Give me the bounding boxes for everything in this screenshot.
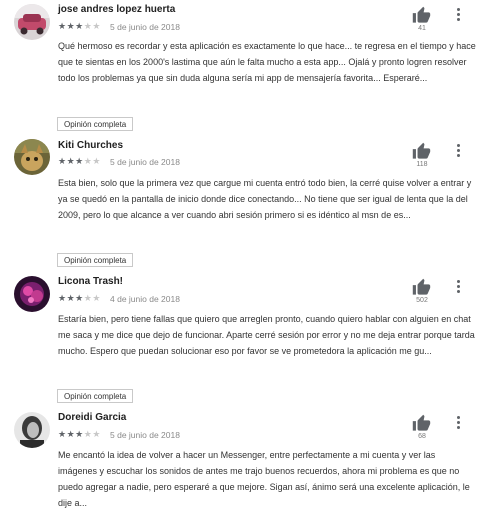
star-icon: ★	[75, 429, 84, 439]
full-review-button[interactable]: Opinión completa	[57, 117, 134, 131]
review-date: 5 de junio de 2018	[110, 22, 180, 32]
star-rating: ★★★★★	[58, 293, 101, 304]
star-rating: ★★★★★	[58, 429, 101, 440]
star-icon: ★	[66, 429, 76, 439]
star-icon: ★	[92, 293, 101, 303]
like-count: 118	[416, 161, 428, 168]
star-icon: ★	[58, 156, 67, 166]
more-vert-icon[interactable]	[452, 6, 464, 24]
avatar[interactable]	[14, 4, 50, 40]
review-date: 4 de junio de 2018	[110, 294, 180, 304]
reviewer-name: Doreidi Garcia	[58, 412, 127, 423]
thumbs-up-icon[interactable]	[412, 6, 431, 25]
review-text: Estaría bien, pero tiene fallas que quie…	[58, 314, 475, 356]
star-icon: ★	[75, 293, 84, 303]
star-icon: ★	[66, 293, 76, 303]
avatar[interactable]	[14, 139, 50, 175]
reviewer-name: jose andres lopez huerta	[58, 4, 176, 15]
like-count: 41	[418, 25, 426, 32]
review-text: Qué hermoso es recordar y esta aplicació…	[58, 41, 476, 83]
star-icon: ★	[92, 21, 101, 31]
like-count: 502	[416, 297, 428, 304]
thumbs-up-icon[interactable]	[412, 414, 431, 433]
star-icon: ★	[58, 429, 67, 439]
star-icon: ★	[66, 21, 76, 31]
review-text: Me encantó la idea de volver a hacer un …	[58, 450, 470, 508]
star-icon: ★	[58, 21, 67, 31]
more-vert-icon[interactable]	[452, 414, 464, 432]
star-icon: ★	[92, 429, 101, 439]
thumbs-up-icon[interactable]	[412, 278, 431, 297]
like-count: 68	[418, 433, 426, 440]
star-rating: ★★★★★	[58, 156, 101, 167]
star-icon: ★	[92, 156, 101, 166]
reviewer-name: Kiti Churches	[58, 140, 124, 151]
star-rating: ★★★★★	[58, 21, 101, 32]
avatar[interactable]	[14, 276, 50, 312]
more-vert-icon[interactable]	[452, 278, 464, 296]
star-icon: ★	[75, 21, 84, 31]
full-review-button[interactable]: Opinión completa	[57, 253, 134, 267]
review-date: 5 de junio de 2018	[110, 430, 180, 440]
star-icon: ★	[58, 293, 67, 303]
full-review-button[interactable]: Opinión completa	[57, 389, 134, 403]
star-icon: ★	[66, 156, 76, 166]
review-date: 5 de junio de 2018	[110, 157, 180, 167]
more-vert-icon[interactable]	[452, 142, 464, 160]
thumbs-up-icon[interactable]	[412, 142, 431, 161]
reviewer-name: Licona Trash!	[58, 276, 124, 287]
star-icon: ★	[75, 156, 84, 166]
review-text: Esta bien, solo que la primera vez que c…	[58, 178, 472, 220]
avatar[interactable]	[14, 412, 50, 448]
